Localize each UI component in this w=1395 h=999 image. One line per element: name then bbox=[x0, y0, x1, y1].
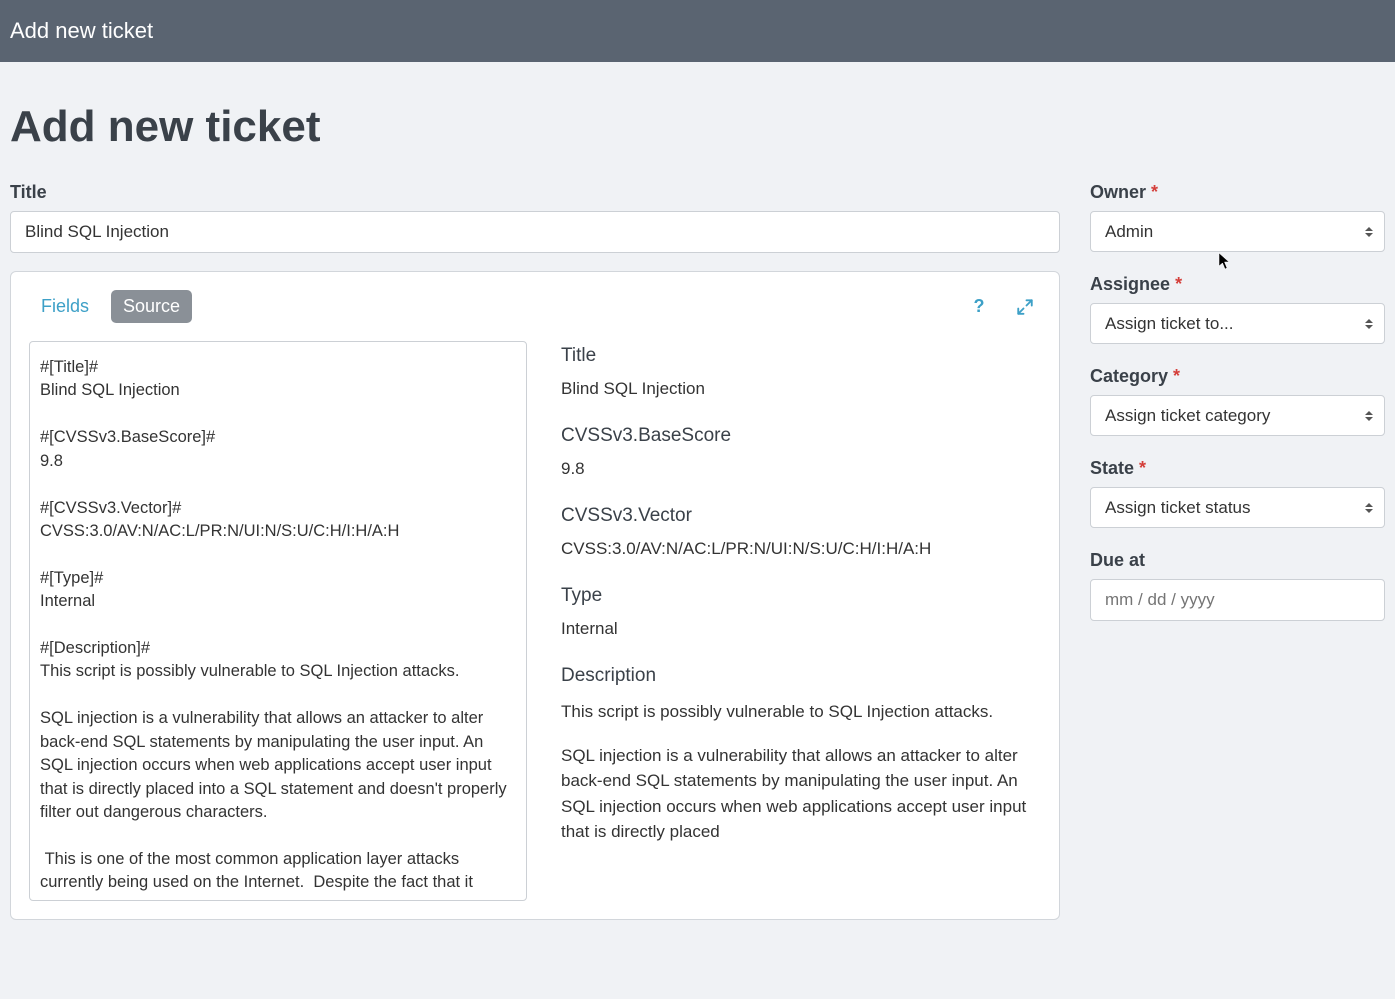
preview-description: This script is possibly vulnerable to SQ… bbox=[561, 699, 1037, 845]
top-bar: Add new ticket bbox=[0, 0, 1395, 62]
assignee-label: Assignee * bbox=[1090, 274, 1385, 295]
editor-card: Fields Source ? bbox=[10, 271, 1060, 920]
preview-vector-value: CVSS:3.0/AV:N/AC:L/PR:N/UI:N/S:U/C:H/I:H… bbox=[561, 539, 1037, 559]
preview-description-p1: This script is possibly vulnerable to SQ… bbox=[561, 699, 1037, 725]
preview-type-label: Type bbox=[561, 585, 1037, 607]
page-heading: Add new ticket bbox=[10, 102, 1385, 152]
help-icon[interactable]: ? bbox=[969, 297, 989, 317]
preview-description-label: Description bbox=[561, 665, 1037, 687]
page-content: Add new ticket Title Fields Source ? bbox=[0, 62, 1395, 960]
preview-title-label: Title bbox=[561, 345, 1037, 367]
sidebar-column: Owner * Admin Assignee * Assign ticket t… bbox=[1090, 182, 1385, 643]
tab-fields[interactable]: Fields bbox=[29, 290, 101, 323]
editor-tabs: Fields Source bbox=[29, 290, 192, 323]
required-mark: * bbox=[1151, 182, 1158, 202]
source-editor[interactable]: #[Title]# Blind SQL Injection #[CVSSv3.B… bbox=[29, 341, 527, 901]
owner-label: Owner * bbox=[1090, 182, 1385, 203]
required-mark: * bbox=[1175, 274, 1182, 294]
dueat-label: Due at bbox=[1090, 550, 1385, 571]
preview-basescore-value: 9.8 bbox=[561, 459, 1037, 479]
preview-title-value: Blind SQL Injection bbox=[561, 379, 1037, 399]
editor-toolbar: Fields Source ? bbox=[29, 290, 1041, 323]
required-mark: * bbox=[1139, 458, 1146, 478]
editor-toolbar-icons: ? bbox=[969, 297, 1041, 317]
top-bar-title: Add new ticket bbox=[10, 18, 153, 43]
title-label: Title bbox=[10, 182, 1060, 203]
expand-icon[interactable] bbox=[1015, 297, 1035, 317]
preview-description-p2: SQL injection is a vulnerability that al… bbox=[561, 743, 1037, 845]
tab-source[interactable]: Source bbox=[111, 290, 192, 323]
main-column: Title Fields Source ? bbox=[10, 182, 1060, 920]
owner-select[interactable]: Admin bbox=[1090, 211, 1385, 252]
preview-vector-label: CVSSv3.Vector bbox=[561, 505, 1037, 527]
state-select[interactable]: Assign ticket status bbox=[1090, 487, 1385, 528]
category-select[interactable]: Assign ticket category bbox=[1090, 395, 1385, 436]
category-label: Category * bbox=[1090, 366, 1385, 387]
title-input[interactable] bbox=[10, 211, 1060, 253]
preview-type-value: Internal bbox=[561, 619, 1037, 639]
preview-basescore-label: CVSSv3.BaseScore bbox=[561, 425, 1037, 447]
editor-body: #[Title]# Blind SQL Injection #[CVSSv3.B… bbox=[29, 341, 1041, 901]
state-label: State * bbox=[1090, 458, 1385, 479]
preview-pane: Title Blind SQL Injection CVSSv3.BaseSco… bbox=[557, 341, 1041, 901]
required-mark: * bbox=[1173, 366, 1180, 386]
assignee-select[interactable]: Assign ticket to... bbox=[1090, 303, 1385, 344]
dueat-input[interactable] bbox=[1090, 579, 1385, 621]
